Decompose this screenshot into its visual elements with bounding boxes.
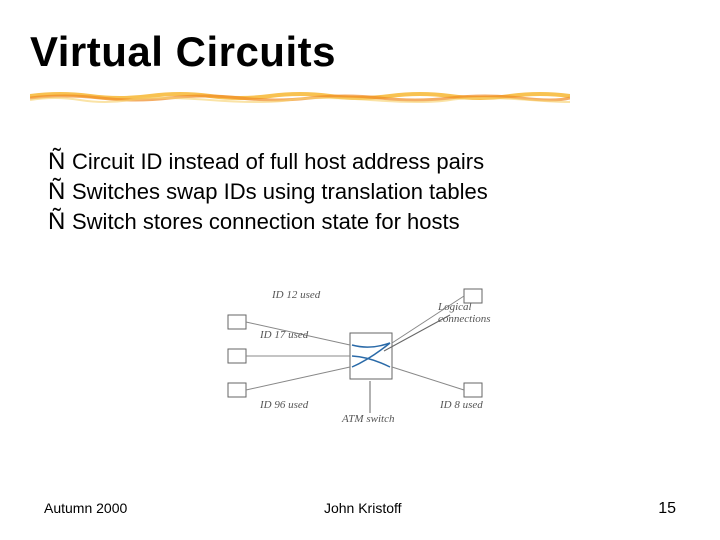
list-item: Ñ Circuit ID instead of full host addres…: [48, 148, 488, 176]
list-item: Ñ Switch stores connection state for hos…: [48, 208, 488, 236]
title-area: Virtual Circuits: [30, 28, 336, 76]
bullet-icon: Ñ: [48, 178, 72, 206]
diagram-label: ID 17 used: [260, 329, 308, 341]
footer-left: Autumn 2000: [44, 500, 127, 516]
footer-center: John Kristoff: [324, 500, 402, 516]
title-underline: [30, 88, 570, 106]
diagram: ID 12 used ID 17 used ID 96 used ID 8 us…: [220, 285, 530, 435]
bullet-icon: Ñ: [48, 148, 72, 176]
list-item: Ñ Switches swap IDs using translation ta…: [48, 178, 488, 206]
page-title: Virtual Circuits: [30, 28, 336, 76]
page-number: 15: [658, 500, 676, 518]
diagram-label: ID 96 used: [260, 399, 308, 411]
diagram-label: ID 8 used: [440, 399, 483, 411]
bullet-text: Circuit ID instead of full host address …: [72, 149, 484, 175]
slide: Virtual Circuits Ñ Circuit ID instead of…: [0, 0, 720, 540]
diagram-label: ATM switch: [342, 413, 394, 425]
diagram-label: ID 12 used: [272, 289, 320, 301]
footer: Autumn 2000 John Kristoff 15: [0, 500, 720, 518]
bullet-list: Ñ Circuit ID instead of full host addres…: [48, 148, 488, 238]
bullet-text: Switches swap IDs using translation tabl…: [72, 179, 488, 205]
bullet-icon: Ñ: [48, 208, 72, 236]
diagram-label: Logical connections: [438, 301, 508, 325]
bullet-text: Switch stores connection state for hosts: [72, 209, 460, 235]
